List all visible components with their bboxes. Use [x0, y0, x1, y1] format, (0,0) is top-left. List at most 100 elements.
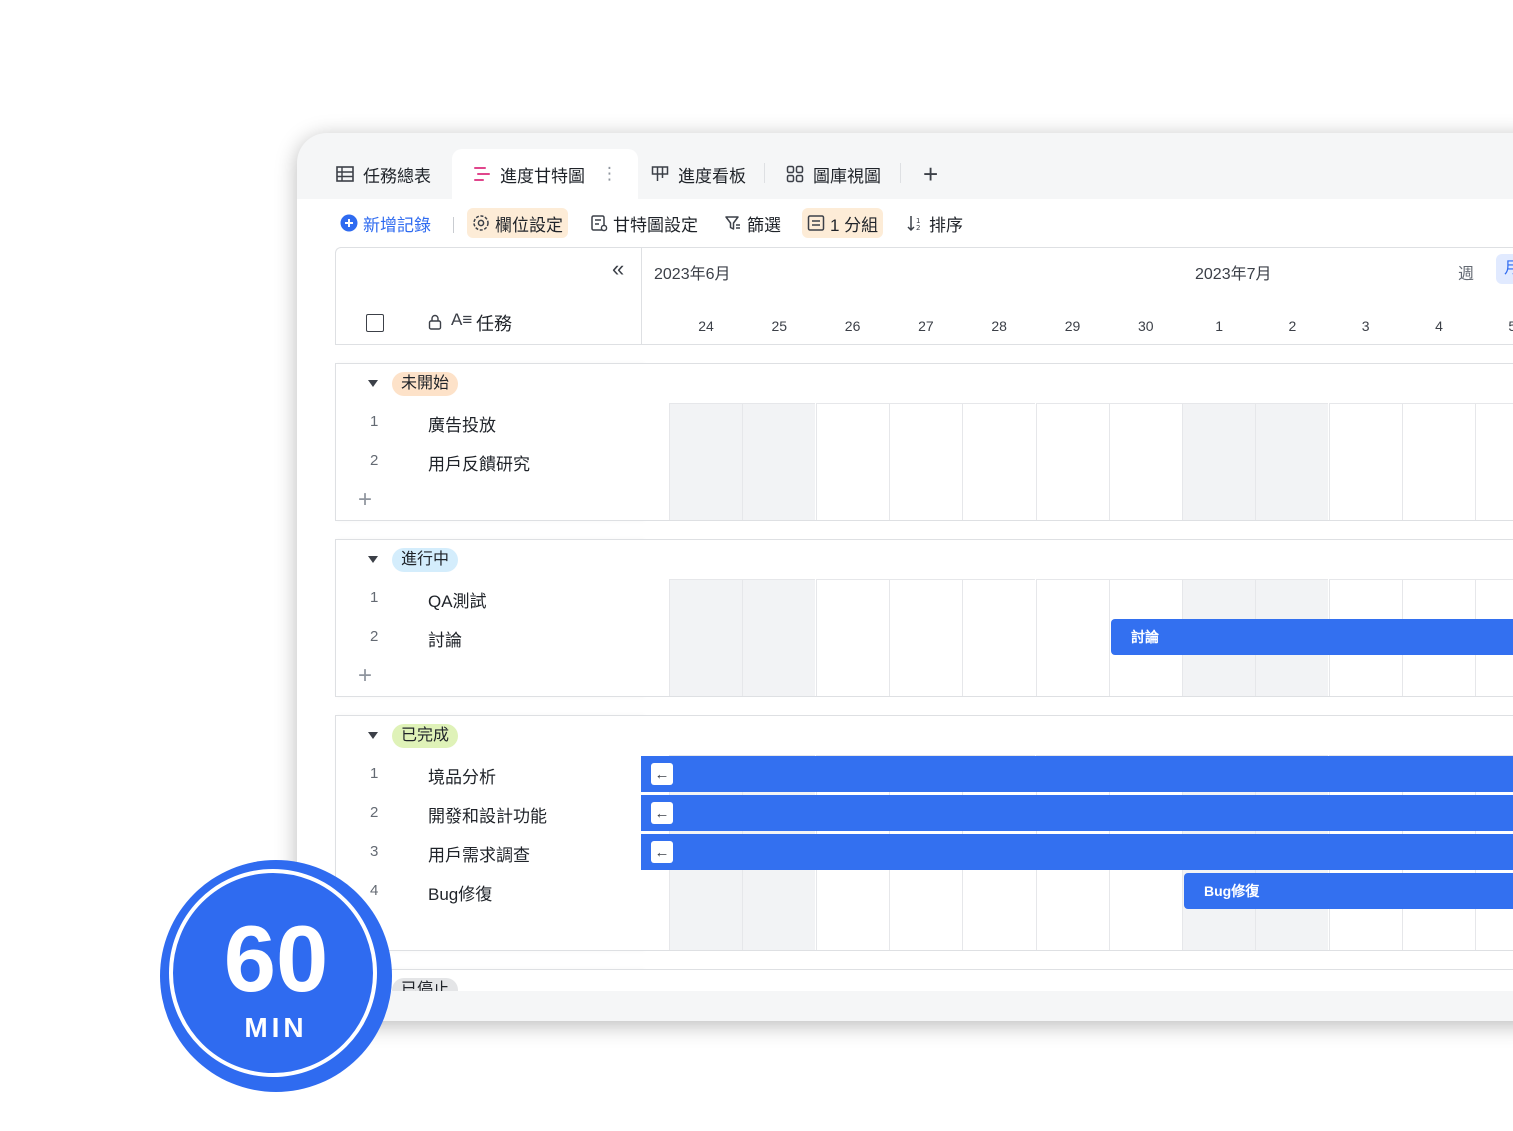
collapse-icon[interactable]: «: [612, 256, 624, 282]
group-in-progress: 進行中 1 QA測試 2 討論 +: [335, 539, 642, 697]
task-name[interactable]: Bug修復: [428, 880, 492, 905]
tab-gantt[interactable]: 進度甘特圖 ⋮: [452, 149, 638, 199]
day-column: [888, 579, 962, 696]
task-name[interactable]: 境品分析: [428, 763, 496, 788]
day-column: [669, 403, 742, 520]
lock-icon: [428, 314, 442, 335]
day-column: [815, 403, 889, 520]
filter-button[interactable]: 篩選: [719, 208, 786, 238]
sort-icon: 12: [906, 214, 924, 232]
day-tick-label: 27: [918, 318, 934, 334]
filter-icon: [724, 214, 742, 232]
day-column: [1108, 403, 1182, 520]
tab-label: 進度看板: [678, 166, 746, 186]
collapse-caret-icon[interactable]: [368, 380, 378, 387]
field-settings-button[interactable]: 欄位設定: [467, 208, 568, 238]
tab-more-icon[interactable]: ⋮: [601, 164, 618, 184]
scroll-to-start-icon[interactable]: ←: [651, 841, 673, 863]
day-column: [669, 579, 742, 696]
add-row-icon[interactable]: +: [358, 664, 372, 688]
tab-divider: [764, 163, 765, 183]
field-settings-label: 欄位設定: [495, 215, 563, 235]
scroll-to-start-icon[interactable]: ←: [651, 763, 673, 785]
group-icon: [807, 214, 825, 232]
row-number: 2: [370, 804, 379, 821]
tab-label: 任務總表: [363, 166, 431, 186]
text-field-icon: A≡: [451, 310, 473, 329]
day-column: [1182, 403, 1256, 520]
gantt-bar-user-research[interactable]: ←: [641, 834, 1513, 870]
tab-kanban[interactable]: 進度看板: [650, 149, 746, 199]
add-record-button[interactable]: 新增記錄: [335, 208, 436, 238]
gantt-settings-icon: [590, 214, 608, 232]
table-icon: [335, 164, 355, 184]
task-name[interactable]: 廣告投放: [428, 411, 496, 436]
timeline-group-in-progress: 討論: [641, 539, 1513, 697]
group-not-started: 未開始 1 廣告投放 2 用戶反饋研究 +: [335, 363, 642, 521]
gear-icon: [472, 214, 490, 232]
day-tick-label: 28: [991, 318, 1007, 334]
gallery-icon: [785, 164, 805, 184]
day-column: [962, 403, 1036, 520]
day-tick-label: 5: [1508, 318, 1513, 334]
day-tick-label: 4: [1435, 318, 1443, 334]
day-tick-label: 2: [1288, 318, 1297, 334]
select-all-checkbox[interactable]: [366, 314, 384, 332]
row-number: 1: [370, 765, 379, 782]
gantt-bar-discussion[interactable]: 討論: [1111, 619, 1513, 655]
badge-number: 60: [223, 906, 329, 1011]
tab-task-table[interactable]: 任務總表: [335, 149, 431, 199]
add-tab-button[interactable]: +: [923, 149, 938, 199]
sort-button[interactable]: 12 排序: [901, 208, 968, 238]
plus-circle-icon: [340, 214, 358, 232]
add-row-icon[interactable]: +: [358, 488, 372, 512]
gantt-settings-button[interactable]: 甘特圖設定: [585, 208, 703, 238]
collapse-caret-icon[interactable]: [368, 556, 378, 563]
task-column-title[interactable]: 任務: [476, 310, 512, 336]
gantt-bar-competitor-analysis[interactable]: ←: [641, 756, 1513, 792]
status-badge: 已停止: [392, 978, 459, 991]
day-column: [1475, 403, 1513, 520]
day-column: [1035, 579, 1109, 696]
task-name[interactable]: 用戶反饋研究: [428, 450, 530, 475]
tab-divider: [900, 163, 901, 183]
day-tick-label: 25: [771, 318, 788, 334]
gantt-settings-label: 甘特圖設定: [613, 215, 698, 235]
filter-label: 篩選: [747, 215, 781, 235]
row-number: 1: [370, 413, 379, 430]
task-name[interactable]: 討論: [428, 626, 462, 651]
task-name[interactable]: 開發和設計功能: [428, 802, 547, 827]
app-window: 任務總表 進度甘特圖 ⋮ 進度看板 圖庫視圖 + 新增記錄 欄位設定 甘特圖設定…: [297, 133, 1513, 1021]
day-column: [815, 579, 889, 696]
gantt-bar-bugfix[interactable]: Bug修復: [1184, 873, 1513, 909]
kanban-icon: [650, 164, 670, 184]
tab-label: 進度甘特圖: [500, 166, 585, 186]
day-tick-label: 29: [1064, 318, 1081, 334]
gantt-icon: [472, 164, 492, 184]
row-number: 2: [370, 452, 379, 469]
toolbar: 新增記錄 欄位設定 甘特圖設定 篩選 1 分組 1 2 排序: [297, 199, 1513, 247]
task-name[interactable]: 用戶需求調查: [428, 841, 530, 866]
collapse-caret-icon[interactable]: [368, 732, 378, 739]
day-column: [742, 579, 816, 696]
task-name[interactable]: QA測試: [428, 587, 487, 612]
timeline-group-stopped: [641, 969, 1513, 991]
timeline-group-completed: ← ← ← Bug修復: [641, 715, 1513, 951]
group-button[interactable]: 1 分組: [802, 208, 884, 238]
day-column: [1035, 403, 1109, 520]
badge-unit: MIN: [244, 1012, 308, 1043]
add-record-label: 新增記錄: [363, 215, 431, 235]
day-column: [1255, 403, 1329, 520]
row-number: 4: [370, 882, 379, 899]
day-tick-label: 26: [844, 318, 861, 334]
row-number: 2: [370, 628, 379, 645]
view-week-button[interactable]: 週: [1458, 260, 1474, 284]
status-badge: 進行中: [392, 548, 459, 572]
tab-gallery[interactable]: 圖庫視圖: [785, 149, 881, 199]
timeline-header: 2023年6月 2023年7月 週 月 24 25 26 27 28 29 30 1 2 3 4 5: [641, 247, 1513, 345]
tab-label: 圖庫視圖: [813, 166, 881, 186]
scroll-to-start-icon[interactable]: ←: [651, 802, 673, 824]
column-header: « A≡ 任務: [335, 247, 642, 345]
view-month-button[interactable]: 月: [1496, 254, 1513, 284]
gantt-bar-dev-design[interactable]: ←: [641, 795, 1513, 831]
